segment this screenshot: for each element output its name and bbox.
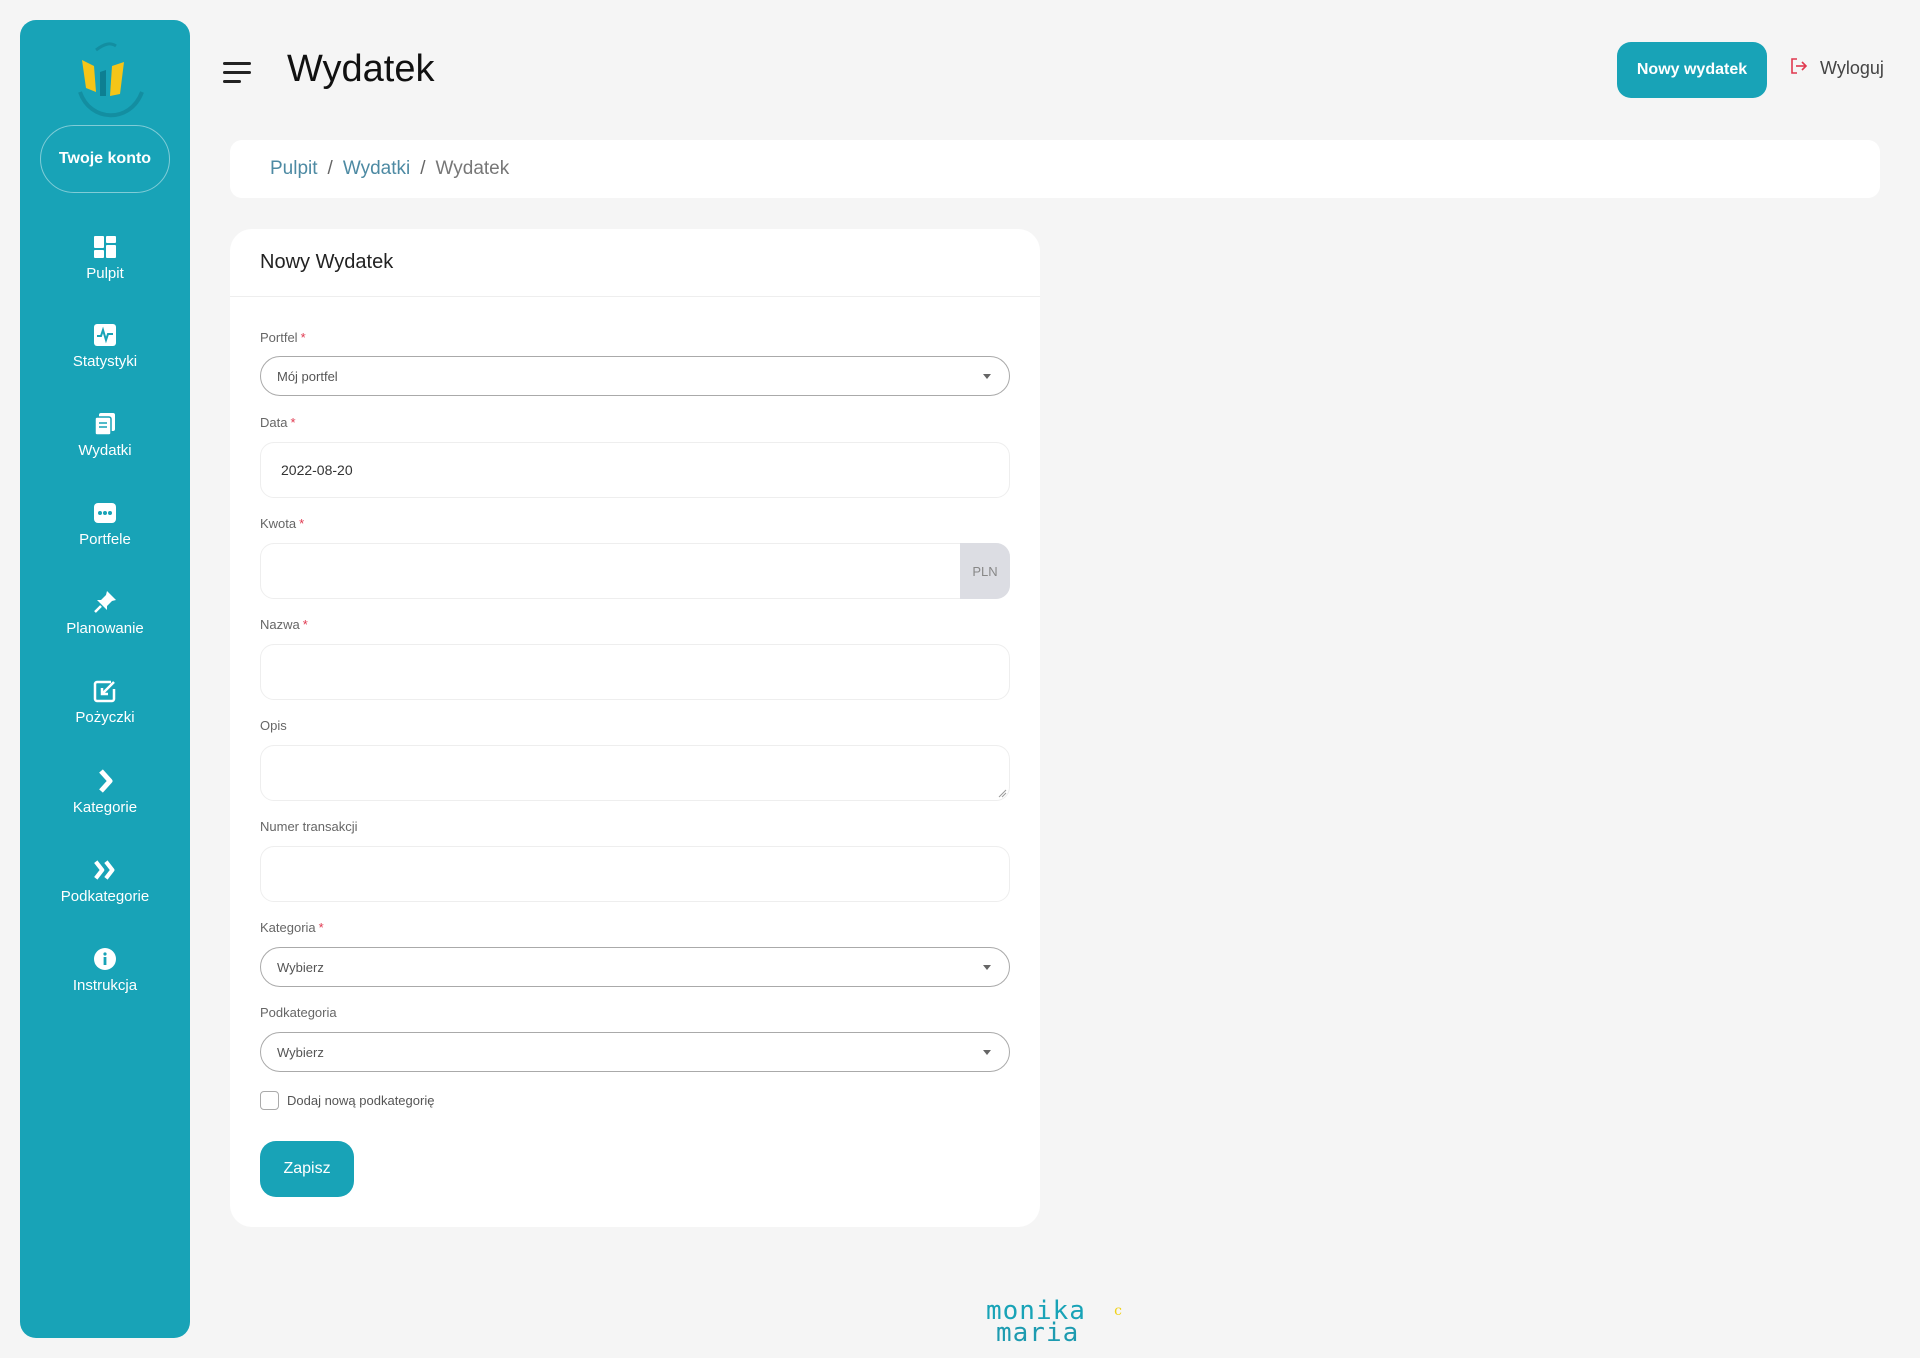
breadcrumb-item-wydatki[interactable]: Wydatki	[343, 158, 410, 180]
wallet-select[interactable]: Mój portfel	[260, 356, 1010, 396]
sidebar-item-label: Pożyczki	[75, 709, 135, 726]
category-select-value: Wybierz	[277, 959, 324, 975]
subcategory-label: Podkategoria	[260, 1005, 337, 1020]
breadcrumb-item-current: Wydatek	[435, 158, 510, 179]
sidebar-item-portfele[interactable]: Portfele	[20, 501, 190, 571]
footer-logo-mark: c	[1114, 1303, 1122, 1319]
sidebar-item-planowanie[interactable]: Planowanie	[20, 590, 190, 660]
sidebar-item-podkategorie[interactable]: Podkategorie	[20, 858, 190, 928]
amount-label: Kwota *	[260, 516, 305, 531]
breadcrumb-item-pulpit[interactable]: Pulpit	[270, 158, 318, 180]
add-subcategory-row: Dodaj nową podkategorię	[260, 1091, 434, 1110]
logout-label: Wyloguj	[1820, 58, 1884, 78]
footer-logo[interactable]: monika maria c	[986, 1298, 1122, 1348]
sidebar-item-label: Pulpit	[86, 265, 124, 282]
caret-down-icon	[983, 1050, 991, 1055]
account-button-label: Twoje konto	[58, 150, 152, 167]
transaction-number-input[interactable]	[260, 846, 1010, 902]
add-subcategory-checkbox[interactable]	[260, 1091, 279, 1110]
sidebar: Twoje konto Pulpit Statystyki Wydatki Po…	[20, 20, 190, 1338]
caret-down-icon	[983, 965, 991, 970]
stats-icon	[93, 323, 117, 347]
sidebar-item-label: Wydatki	[78, 442, 132, 459]
sidebar-item-label: Planowanie	[66, 620, 144, 637]
chevron-right-icon	[93, 769, 117, 793]
wallet-select-value: Mój portfel	[277, 368, 338, 384]
sidebar-item-label: Statystyki	[72, 353, 138, 370]
date-input-value: 2022-08-20	[281, 462, 353, 478]
info-icon	[93, 947, 117, 971]
dashboard-icon	[93, 235, 117, 259]
add-subcategory-label[interactable]: Dodaj nową podkategorię	[287, 1093, 434, 1108]
form-title: Nowy Wydatek	[230, 229, 1040, 297]
sidebar-item-label: Podkategorie	[60, 888, 150, 905]
sidebar-item-label: Kategorie	[72, 799, 138, 816]
currency-addon: PLN	[960, 543, 1010, 599]
save-button-label: Zapisz	[283, 1160, 331, 1177]
sidebar-item-label: Portfele	[79, 531, 131, 548]
new-expense-button[interactable]: Nowy wydatek	[1617, 42, 1767, 98]
breadcrumb-separator: /	[420, 158, 426, 179]
expense-form-card: Nowy Wydatek Portfel * Mój portfel Data * …	[230, 229, 1040, 1227]
category-select[interactable]: Wybierz	[260, 947, 1010, 987]
logout-link[interactable]: Wyloguj	[1790, 58, 1884, 79]
sidebar-item-statystyki[interactable]: Statystyki	[20, 323, 190, 393]
logout-icon	[1790, 58, 1808, 79]
wallet-label: Portfel *	[260, 330, 306, 345]
sidebar-item-label: Instrukcja	[72, 977, 138, 994]
category-label: Kategoria *	[260, 920, 324, 935]
footer-logo-line2: maria	[996, 1318, 1080, 1348]
name-input[interactable]	[260, 644, 1010, 700]
menu-toggle-icon[interactable]	[223, 62, 251, 84]
new-expense-button-label: Nowy wydatek	[1636, 61, 1748, 78]
wallet-icon	[93, 501, 117, 525]
sidebar-item-wydatki[interactable]: Wydatki	[20, 412, 190, 482]
description-label: Opis	[260, 718, 287, 733]
pin-icon	[93, 590, 117, 614]
caret-down-icon	[983, 374, 991, 379]
expenses-icon	[93, 412, 117, 436]
description-textarea[interactable]	[260, 745, 1010, 801]
date-input[interactable]: 2022-08-20	[260, 442, 1010, 498]
sidebar-item-instrukcja[interactable]: Instrukcja	[20, 947, 190, 1017]
edit-icon	[93, 679, 117, 703]
name-label: Nazwa *	[260, 617, 308, 632]
app-logo[interactable]	[60, 32, 150, 128]
subcategory-select-value: Wybierz	[277, 1044, 324, 1060]
save-button[interactable]: Zapisz	[260, 1141, 354, 1197]
breadcrumb-separator: /	[327, 158, 333, 179]
account-button[interactable]: Twoje konto	[40, 125, 170, 193]
resize-handle-icon[interactable]	[997, 788, 1007, 798]
page-title: Wydatek	[287, 48, 435, 90]
sidebar-item-pulpit[interactable]: Pulpit	[20, 235, 190, 305]
sidebar-item-pozyczki[interactable]: Pożyczki	[20, 679, 190, 749]
date-label: Data *	[260, 415, 296, 430]
double-chevron-right-icon	[93, 858, 117, 882]
breadcrumb: Pulpit / Wydatki / Wydatek	[230, 140, 1880, 198]
transaction-number-label: Numer transakcji	[260, 819, 358, 834]
subcategory-select[interactable]: Wybierz	[260, 1032, 1010, 1072]
sidebar-item-kategorie[interactable]: Kategorie	[20, 769, 190, 839]
amount-input[interactable]: PLN	[260, 543, 1010, 599]
